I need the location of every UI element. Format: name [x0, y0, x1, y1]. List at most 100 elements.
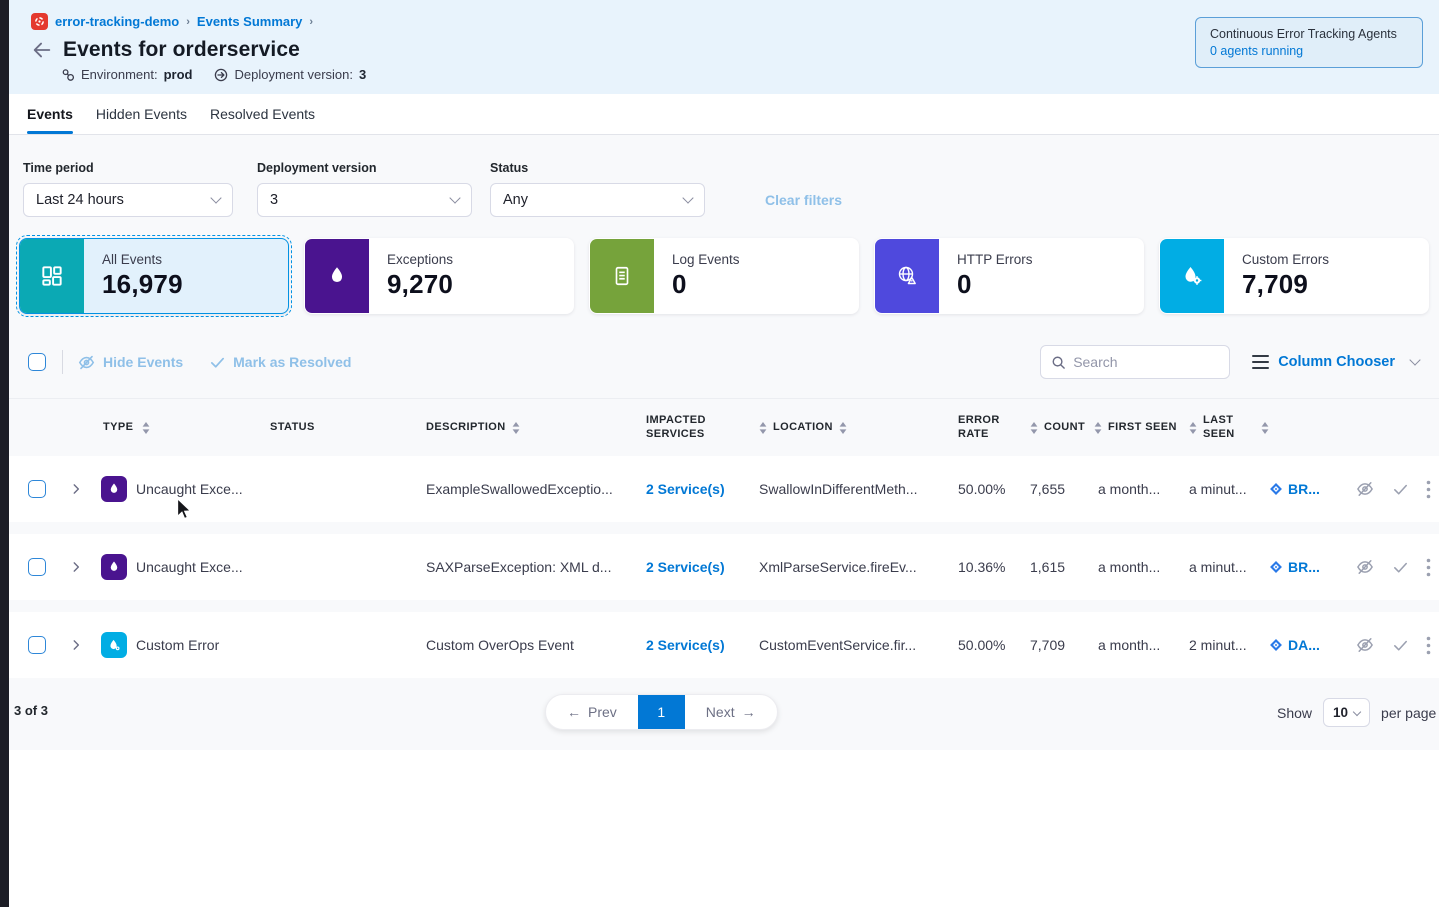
breadcrumb-project-link[interactable]: error-tracking-demo: [55, 14, 179, 29]
chevron-right-icon: [69, 560, 83, 574]
hide-events-label: Hide Events: [103, 354, 183, 370]
card-label: HTTP Errors: [957, 252, 1033, 267]
column-header-status[interactable]: STATUS: [270, 421, 315, 435]
chevron-down-icon: [682, 192, 693, 203]
current-page-button[interactable]: 1: [638, 695, 685, 729]
deployment-version-select[interactable]: 3: [257, 183, 472, 217]
sort-icon[interactable]: [1030, 422, 1038, 434]
first-seen: a month...: [1090, 637, 1185, 653]
ticket-link[interactable]: BR...: [1269, 481, 1333, 497]
tab-hidden-events[interactable]: Hidden Events: [96, 94, 187, 134]
expand-row-button[interactable]: [69, 560, 83, 574]
deployment-version-label: Deployment version: [257, 161, 472, 175]
impacted-services-link[interactable]: 2 Service(s): [646, 559, 759, 575]
table-row[interactable]: Uncaught Exce... SAXParseException: XML …: [9, 534, 1439, 600]
chevron-down-icon: [1353, 707, 1361, 715]
page-size-select[interactable]: 10: [1323, 698, 1370, 727]
ticket-link[interactable]: BR...: [1269, 559, 1333, 575]
deployment-icon: [214, 68, 228, 82]
impacted-services-link[interactable]: 2 Service(s): [646, 637, 759, 653]
column-header-location[interactable]: LOCATION: [773, 421, 833, 435]
row-checkbox[interactable]: [28, 636, 46, 654]
table-row[interactable]: Custom Error Custom OverOps Event 2 Serv…: [9, 612, 1439, 678]
column-header-first-seen[interactable]: FIRST SEEN: [1108, 421, 1177, 435]
table-row[interactable]: Uncaught Exce... ExampleSwallowedExcepti…: [9, 456, 1439, 522]
card-exceptions[interactable]: Exceptions 9,270: [304, 238, 574, 314]
kebab-menu-icon: [1426, 480, 1431, 499]
select-all-checkbox[interactable]: [28, 353, 46, 371]
event-description: Custom OverOps Event: [426, 637, 574, 653]
card-all-events[interactable]: All Events 16,979: [19, 238, 289, 314]
column-header-impacted-services[interactable]: IMPACTED SERVICES: [646, 414, 733, 442]
collapsed-nav-rail[interactable]: [0, 0, 9, 907]
chevron-down-icon[interactable]: [1409, 354, 1420, 365]
card-http-errors[interactable]: HTTP Errors 0: [874, 238, 1144, 314]
impacted-services-link[interactable]: 2 Service(s): [646, 481, 759, 497]
check-icon: [1392, 559, 1409, 576]
expand-row-button[interactable]: [69, 638, 83, 652]
column-header-count[interactable]: COUNT: [1044, 421, 1085, 435]
error-tracking-logo-icon: [31, 13, 48, 30]
row-checkbox[interactable]: [28, 480, 46, 498]
card-log-events[interactable]: Log Events 0: [589, 238, 859, 314]
card-custom-errors[interactable]: Custom Errors 7,709: [1159, 238, 1429, 314]
columns-menu-icon[interactable]: [1252, 355, 1269, 370]
time-period-select[interactable]: Last 24 hours: [23, 183, 233, 217]
tab-events[interactable]: Events: [27, 94, 73, 134]
status-label: Status: [490, 161, 705, 175]
resolve-event-button[interactable]: [1392, 481, 1409, 498]
mark-resolved-button[interactable]: Mark as Resolved: [209, 354, 351, 371]
column-header-description[interactable]: DESCRIPTION: [426, 421, 506, 435]
next-page-button[interactable]: Next →: [685, 695, 777, 729]
row-menu-button[interactable]: [1426, 480, 1431, 499]
tab-resolved-events[interactable]: Resolved Events: [210, 94, 315, 134]
sort-icon[interactable]: [759, 422, 767, 434]
resolve-event-button[interactable]: [1392, 637, 1409, 654]
row-menu-button[interactable]: [1426, 636, 1431, 655]
resolve-event-button[interactable]: [1392, 559, 1409, 576]
breadcrumb-section-link[interactable]: Events Summary: [197, 14, 303, 29]
column-header-error-rate[interactable]: ERROR RATE: [958, 414, 1012, 442]
card-value: 0: [957, 269, 1033, 300]
event-location: SwallowInDifferentMeth...: [759, 481, 954, 497]
event-location: XmlParseService.fireEv...: [759, 559, 954, 575]
sort-icon[interactable]: [1189, 422, 1197, 434]
prev-page-button[interactable]: ← Prev: [546, 695, 638, 729]
check-icon: [209, 354, 226, 371]
card-value: 16,979: [102, 269, 183, 300]
sort-icon[interactable]: [1094, 422, 1102, 434]
back-button[interactable]: [31, 39, 53, 61]
card-label: Log Events: [672, 252, 740, 267]
row-checkbox[interactable]: [28, 558, 46, 576]
hide-event-button[interactable]: [1355, 557, 1375, 577]
search-input[interactable]: [1073, 354, 1203, 370]
kebab-menu-icon: [1426, 558, 1431, 577]
search-box: [1040, 345, 1230, 379]
last-seen: a minut...: [1185, 559, 1269, 575]
environment-value: prod: [164, 67, 193, 82]
row-menu-button[interactable]: [1426, 558, 1431, 577]
agents-panel: Continuous Error Tracking Agents 0 agent…: [1195, 17, 1423, 68]
environment-label: Environment:: [81, 67, 158, 82]
expand-row-button[interactable]: [69, 482, 83, 496]
status-select[interactable]: Any: [490, 183, 705, 217]
sort-icon[interactable]: [1261, 422, 1269, 434]
hide-event-button[interactable]: [1355, 479, 1375, 499]
error-rate: 50.00%: [954, 637, 1026, 653]
column-chooser-button[interactable]: Column Chooser: [1278, 354, 1395, 370]
stat-cards-row: All Events 16,979 Exceptions 9,270 Log: [9, 238, 1439, 314]
table-header: TYPE STATUS DESCRIPTION IMPACTED SERVICE…: [9, 398, 1439, 456]
clear-filters-button[interactable]: Clear filters: [765, 192, 842, 208]
sort-icon[interactable]: [142, 422, 150, 434]
hide-event-button[interactable]: [1355, 635, 1375, 655]
page-size-control: Show 10 per page: [1277, 698, 1436, 727]
agents-running-link[interactable]: 0 agents running: [1210, 44, 1408, 58]
column-header-type[interactable]: TYPE: [103, 421, 133, 435]
hide-events-button[interactable]: Hide Events: [77, 353, 183, 372]
sort-icon[interactable]: [839, 422, 847, 434]
prev-label: Prev: [588, 704, 617, 720]
sort-icon[interactable]: [512, 422, 520, 434]
ticket-id: BR...: [1288, 481, 1320, 497]
ticket-link[interactable]: DA...: [1269, 637, 1333, 653]
column-header-last-seen[interactable]: LAST SEEN: [1203, 414, 1255, 442]
